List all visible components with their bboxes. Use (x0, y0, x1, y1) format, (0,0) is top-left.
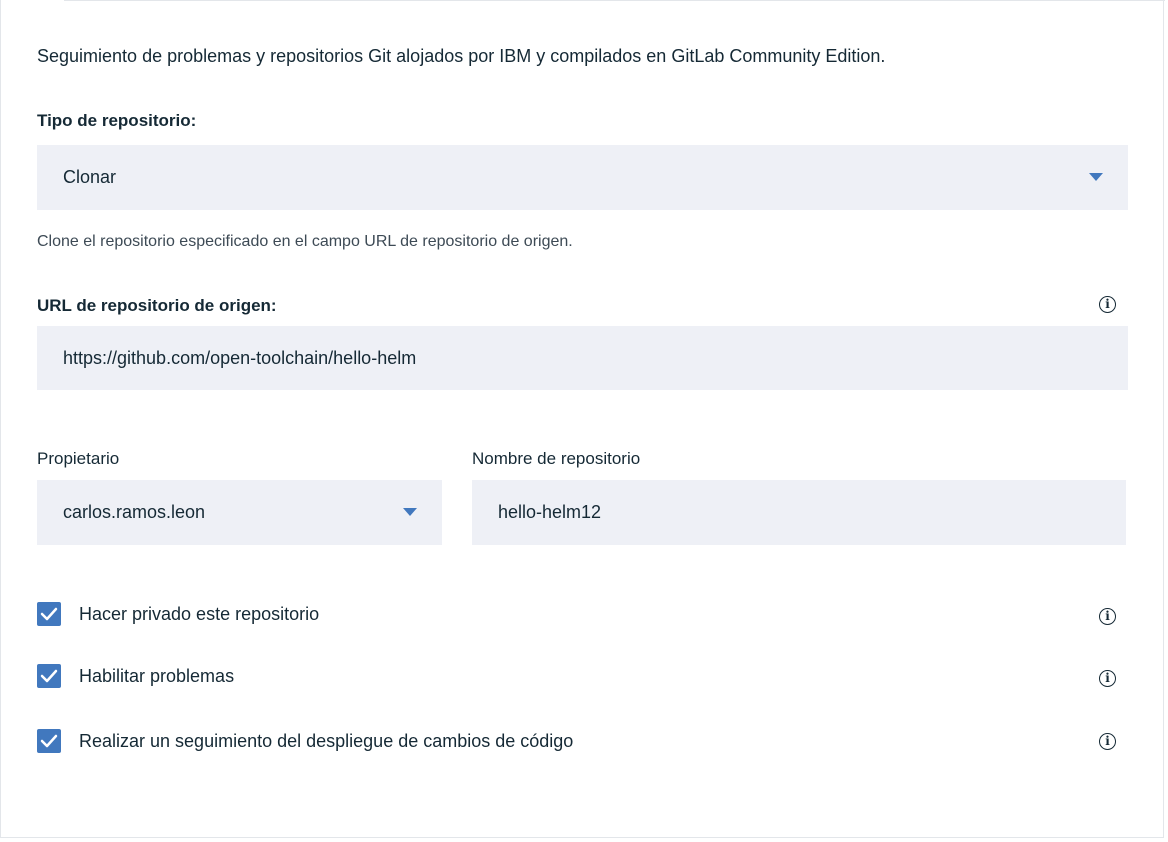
private-repo-checkbox[interactable] (37, 602, 61, 626)
chevron-down-icon (1089, 173, 1103, 181)
repo-type-helper: Clone el repositorio especificado en el … (37, 233, 573, 250)
source-url-label: URL de repositorio de origen: (37, 296, 277, 315)
repo-type-label: Tipo de repositorio: (37, 111, 197, 130)
intro-text: Seguimiento de problemas y repositorios … (37, 46, 886, 66)
info-icon[interactable]: i (1099, 608, 1116, 625)
enable-issues-checkbox[interactable] (37, 664, 61, 688)
repo-type-select[interactable]: Clonar (37, 145, 1128, 210)
repo-name-value: hello-helm12 (498, 502, 602, 522)
enable-issues-label[interactable]: Habilitar problemas (79, 666, 234, 687)
checkmark-icon (40, 734, 58, 748)
owner-value: carlos.ramos.leon (63, 502, 206, 522)
repo-name-label: Nombre de repositorio (472, 449, 641, 468)
repo-type-value: Clonar (63, 167, 117, 187)
owner-label: Propietario (37, 449, 120, 468)
tab-indicator (1, 0, 64, 1)
repo-name-input[interactable]: hello-helm12 (472, 480, 1126, 545)
source-url-input[interactable]: https://github.com/open-toolchain/hello-… (37, 326, 1128, 390)
checkmark-icon (40, 607, 58, 621)
track-deployment-label[interactable]: Realizar un seguimiento del despliegue d… (79, 731, 573, 752)
owner-select[interactable]: carlos.ramos.leon (37, 480, 442, 545)
checkmark-icon (40, 669, 58, 683)
panel-top-border (64, 0, 1165, 1)
repository-settings-panel: Seguimiento de problemas y repositorios … (0, 0, 1165, 838)
info-icon[interactable]: i (1099, 670, 1116, 687)
track-deployment-checkbox[interactable] (37, 729, 61, 753)
private-repo-label[interactable]: Hacer privado este repositorio (79, 604, 319, 625)
chevron-down-icon (403, 508, 417, 516)
source-url-value: https://github.com/open-toolchain/hello-… (63, 347, 417, 368)
info-icon[interactable]: i (1099, 733, 1116, 750)
info-icon[interactable]: i (1099, 296, 1116, 313)
